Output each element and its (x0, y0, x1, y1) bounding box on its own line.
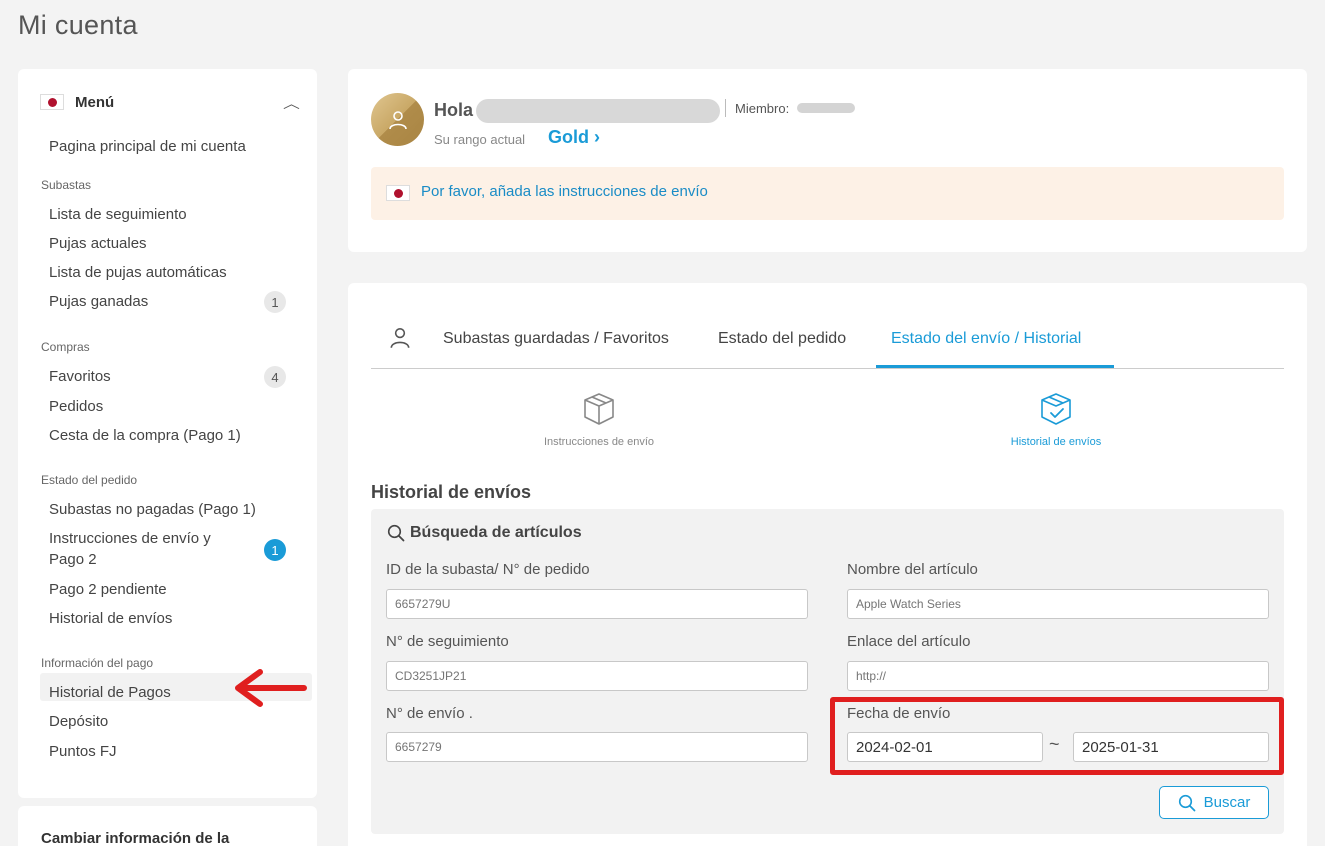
avatar[interactable] (371, 93, 424, 146)
box-icon (584, 393, 614, 425)
sidebar-section-pago: Información del pago (41, 656, 154, 670)
sidebar-item-deposito[interactable]: Depósito (49, 713, 108, 730)
tab-favoritos[interactable]: Subastas guardadas / Favoritos (443, 330, 669, 348)
sidebar-item-pujas-actuales[interactable]: Pujas actuales (49, 235, 147, 252)
sidebar-menu: Menú ︿ Pagina principal de mi cuenta Sub… (18, 69, 317, 798)
sidebar-item-home[interactable]: Pagina principal de mi cuenta (49, 138, 246, 155)
sidebar-item-seguimiento[interactable]: Lista de seguimiento (49, 206, 187, 223)
instrucciones-count-badge: 1 (264, 539, 286, 561)
sidebar-item-pedidos[interactable]: Pedidos (49, 398, 103, 415)
auction-id-label: ID de la subasta/ N° de pedido (386, 561, 590, 578)
shipment-number-input[interactable] (386, 732, 808, 762)
red-arrow-annotation-icon (235, 669, 307, 707)
subtab-historial-label: Historial de envíos (1010, 436, 1102, 448)
sidebar-item-puntos[interactable]: Puntos FJ (49, 743, 117, 760)
sidebar-item-pago2[interactable]: Pago 2 pendiente (49, 581, 167, 598)
search-icon (1178, 794, 1196, 811)
active-tab-indicator (876, 365, 1114, 368)
profile-card: Hola Miembro: Su rango actual Gold › Por… (348, 69, 1307, 252)
sidebar-item-instrucciones-line1: Instrucciones de envío y (49, 530, 211, 547)
search-icon (387, 524, 405, 542)
menu-header[interactable]: Menú ︿ (40, 91, 300, 113)
sidebar-item-cesta[interactable]: Cesta de la compra (Pago 1) (49, 427, 241, 444)
sidebar-item-no-pagadas[interactable]: Subastas no pagadas (Pago 1) (49, 501, 256, 518)
item-name-input[interactable] (847, 589, 1269, 619)
sidebar-item-historial-pagos[interactable]: Historial de Pagos (49, 684, 171, 701)
tab-bar: Subastas guardadas / Favoritos Estado de… (371, 319, 1284, 369)
shipping-notice-text[interactable]: Por favor, añada las instrucciones de en… (421, 183, 708, 200)
japan-flag-icon (386, 185, 410, 201)
auction-id-input[interactable] (386, 589, 808, 619)
sidebar-item-historial-envios[interactable]: Historial de envíos (49, 610, 172, 627)
subtab-instrucciones[interactable]: Instrucciones de envío (534, 391, 664, 448)
box-check-icon (1041, 393, 1071, 425)
section-title: Historial de envíos (371, 482, 532, 502)
user-icon (388, 110, 407, 129)
divider (725, 99, 726, 117)
change-info-title: Cambiar información de la (41, 830, 230, 846)
search-panel-title: Búsqueda de artículos (387, 524, 582, 542)
redacted-username (476, 99, 720, 123)
sidebar-item-pujas-ganadas[interactable]: Pujas ganadas (49, 293, 148, 310)
item-link-input[interactable] (847, 661, 1269, 691)
subtab-historial[interactable]: Historial de envíos (991, 391, 1121, 448)
sidebar-section-subastas: Subastas (41, 178, 92, 192)
tracking-label: N° de seguimiento (386, 633, 509, 650)
sidebar-item-favoritos[interactable]: Favoritos (49, 368, 111, 385)
sidebar-item-pujas-automaticas[interactable]: Lista de pujas automáticas (49, 264, 227, 281)
favoritos-count-badge: 4 (264, 366, 286, 388)
japan-flag-icon (40, 94, 64, 110)
member-label: Miembro: (735, 101, 790, 116)
search-panel-title-text: Búsqueda de artículos (410, 524, 582, 541)
menu-label: Menú (75, 93, 115, 111)
sidebar-secondary-card: Cambiar información de la (18, 806, 317, 846)
chevron-up-icon[interactable]: ︿ (283, 93, 300, 112)
tab-estado-pedido[interactable]: Estado del pedido (718, 330, 846, 348)
sidebar-section-compras: Compras (41, 340, 90, 354)
greeting: Hola (434, 100, 474, 120)
search-button-label: Buscar (1203, 794, 1251, 811)
item-name-label: Nombre del artículo (847, 561, 978, 578)
rank-label: Su rango actual (434, 132, 526, 147)
subtab-instrucciones-label: Instrucciones de envío (543, 436, 655, 448)
sidebar-item-instrucciones[interactable]: Instrucciones de envío y Pago 2 (49, 530, 211, 568)
item-link-label: Enlace del artículo (847, 633, 971, 650)
shipping-notice[interactable]: Por favor, añada las instrucciones de en… (371, 167, 1284, 220)
sidebar-item-instrucciones-line2: Pago 2 (49, 551, 97, 568)
shipment-number-label: N° de envío . (386, 705, 473, 722)
redacted-member-id (797, 103, 855, 113)
page-title: Mi cuenta (18, 10, 138, 40)
shipping-history-card: Subastas guardadas / Favoritos Estado de… (348, 283, 1307, 846)
rank-link[interactable]: Gold › (548, 127, 600, 148)
pujas-ganadas-count-badge: 1 (264, 291, 286, 313)
date-highlight-annotation (830, 697, 1284, 775)
sidebar-section-estado: Estado del pedido (41, 473, 138, 487)
search-button[interactable]: Buscar (1159, 786, 1269, 819)
user-icon[interactable] (387, 325, 413, 351)
search-panel: Búsqueda de artículos ID de la subasta/ … (371, 509, 1284, 834)
tracking-input[interactable] (386, 661, 808, 691)
tab-estado-envio[interactable]: Estado del envío / Historial (891, 330, 1081, 348)
